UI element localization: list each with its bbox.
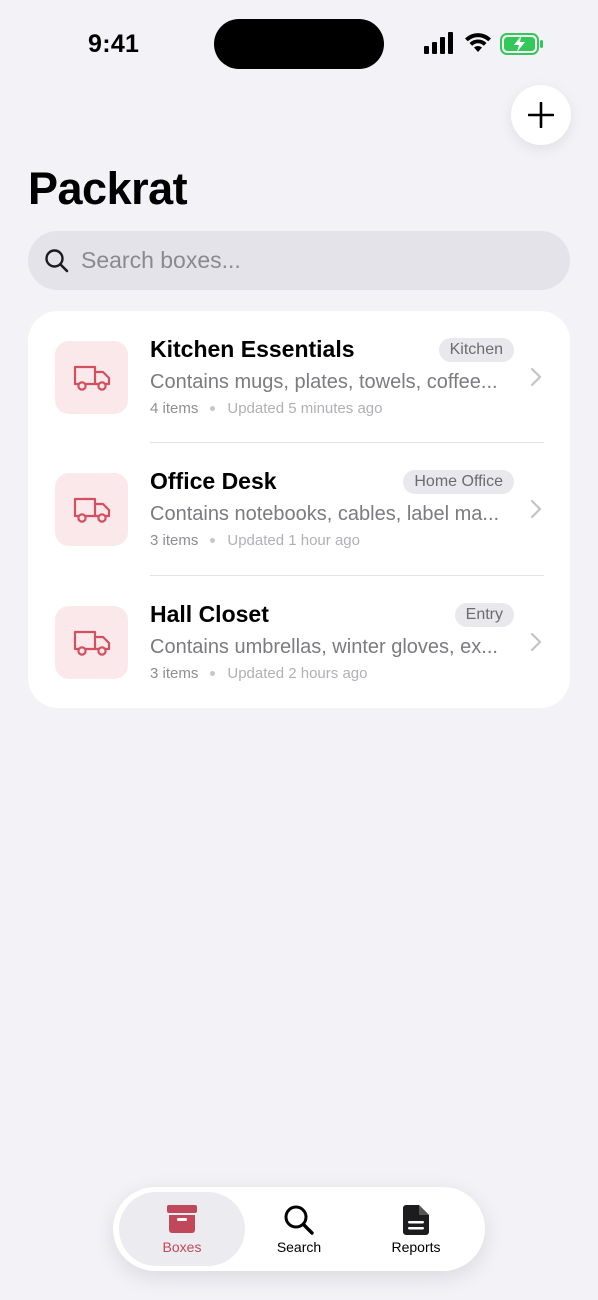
- box-updated-time: Updated 2 hours ago: [227, 665, 368, 682]
- search-icon: [45, 249, 69, 273]
- box-item-count: 4 items: [150, 400, 199, 417]
- page-title: Packrat: [28, 163, 188, 214]
- truck-icon: [73, 365, 110, 391]
- box-meta: 3 items Updated 2 hours ago: [150, 665, 367, 682]
- archive-box-icon: [167, 1205, 197, 1233]
- tab-label: Search: [276, 1239, 322, 1255]
- box-meta: 3 items Updated 1 hour ago: [150, 532, 360, 549]
- chevron-right-icon: [530, 632, 542, 652]
- chevron-right-icon: [530, 367, 542, 387]
- box-name: Office Desk: [150, 468, 277, 494]
- tab-label: Boxes: [162, 1239, 202, 1255]
- box-name: Hall Closet: [150, 601, 269, 627]
- tab-reports[interactable]: Reports: [353, 1192, 479, 1266]
- search-input[interactable]: [81, 231, 551, 290]
- chevron-right-icon: [530, 499, 542, 519]
- box-row-hall-closet[interactable]: Hall Closet Entry Contains umbrellas, wi…: [28, 576, 570, 709]
- separator-dot: [210, 538, 216, 543]
- box-location-tag: Entry: [454, 603, 514, 627]
- document-icon: [403, 1205, 429, 1235]
- separator-dot: [210, 406, 216, 411]
- status-time: 9:41: [88, 30, 140, 58]
- cellular-signal-icon: [424, 32, 453, 54]
- box-thumbnail: [55, 473, 128, 546]
- add-box-button[interactable]: [511, 85, 571, 145]
- box-updated-time: Updated 5 minutes ago: [227, 400, 383, 417]
- tab-boxes[interactable]: Boxes: [119, 1192, 245, 1266]
- search-icon: [284, 1205, 314, 1235]
- box-thumbnail: [55, 341, 128, 414]
- boxes-list: Kitchen Essentials Kitchen Contains mugs…: [28, 311, 570, 708]
- truck-icon: [73, 497, 110, 523]
- tab-label: Reports: [391, 1239, 441, 1255]
- box-name: Kitchen Essentials: [150, 336, 355, 362]
- tab-bar: Boxes Search Reports: [113, 1187, 485, 1271]
- box-row-kitchen-essentials[interactable]: Kitchen Essentials Kitchen Contains mugs…: [28, 311, 570, 444]
- box-description: Contains mugs, plates, towels, coffee...: [150, 371, 498, 393]
- box-description: Contains notebooks, cables, label ma...: [150, 503, 500, 525]
- box-item-count: 3 items: [150, 665, 199, 682]
- box-description: Contains umbrellas, winter gloves, ex...: [150, 636, 498, 658]
- tab-search[interactable]: Search: [236, 1192, 362, 1266]
- box-meta: 4 items Updated 5 minutes ago: [150, 400, 382, 417]
- box-row-office-desk[interactable]: Office Desk Home Office Contains noteboo…: [28, 443, 570, 576]
- app-screen: 9:41 Packrat Search boxes... Kitchen Ess…: [0, 0, 598, 1300]
- plus-icon: [528, 102, 554, 128]
- battery-charging-icon: [500, 33, 543, 55]
- box-updated-time: Updated 1 hour ago: [227, 532, 360, 549]
- wifi-icon: [465, 33, 491, 52]
- separator-dot: [210, 671, 216, 676]
- box-location-tag: Kitchen: [438, 338, 514, 362]
- dynamic-island: [214, 19, 384, 69]
- box-location-tag: Home Office: [403, 470, 514, 494]
- box-item-count: 3 items: [150, 532, 199, 549]
- box-thumbnail: [55, 606, 128, 679]
- truck-icon: [73, 630, 110, 656]
- search-bar[interactable]: [28, 231, 570, 290]
